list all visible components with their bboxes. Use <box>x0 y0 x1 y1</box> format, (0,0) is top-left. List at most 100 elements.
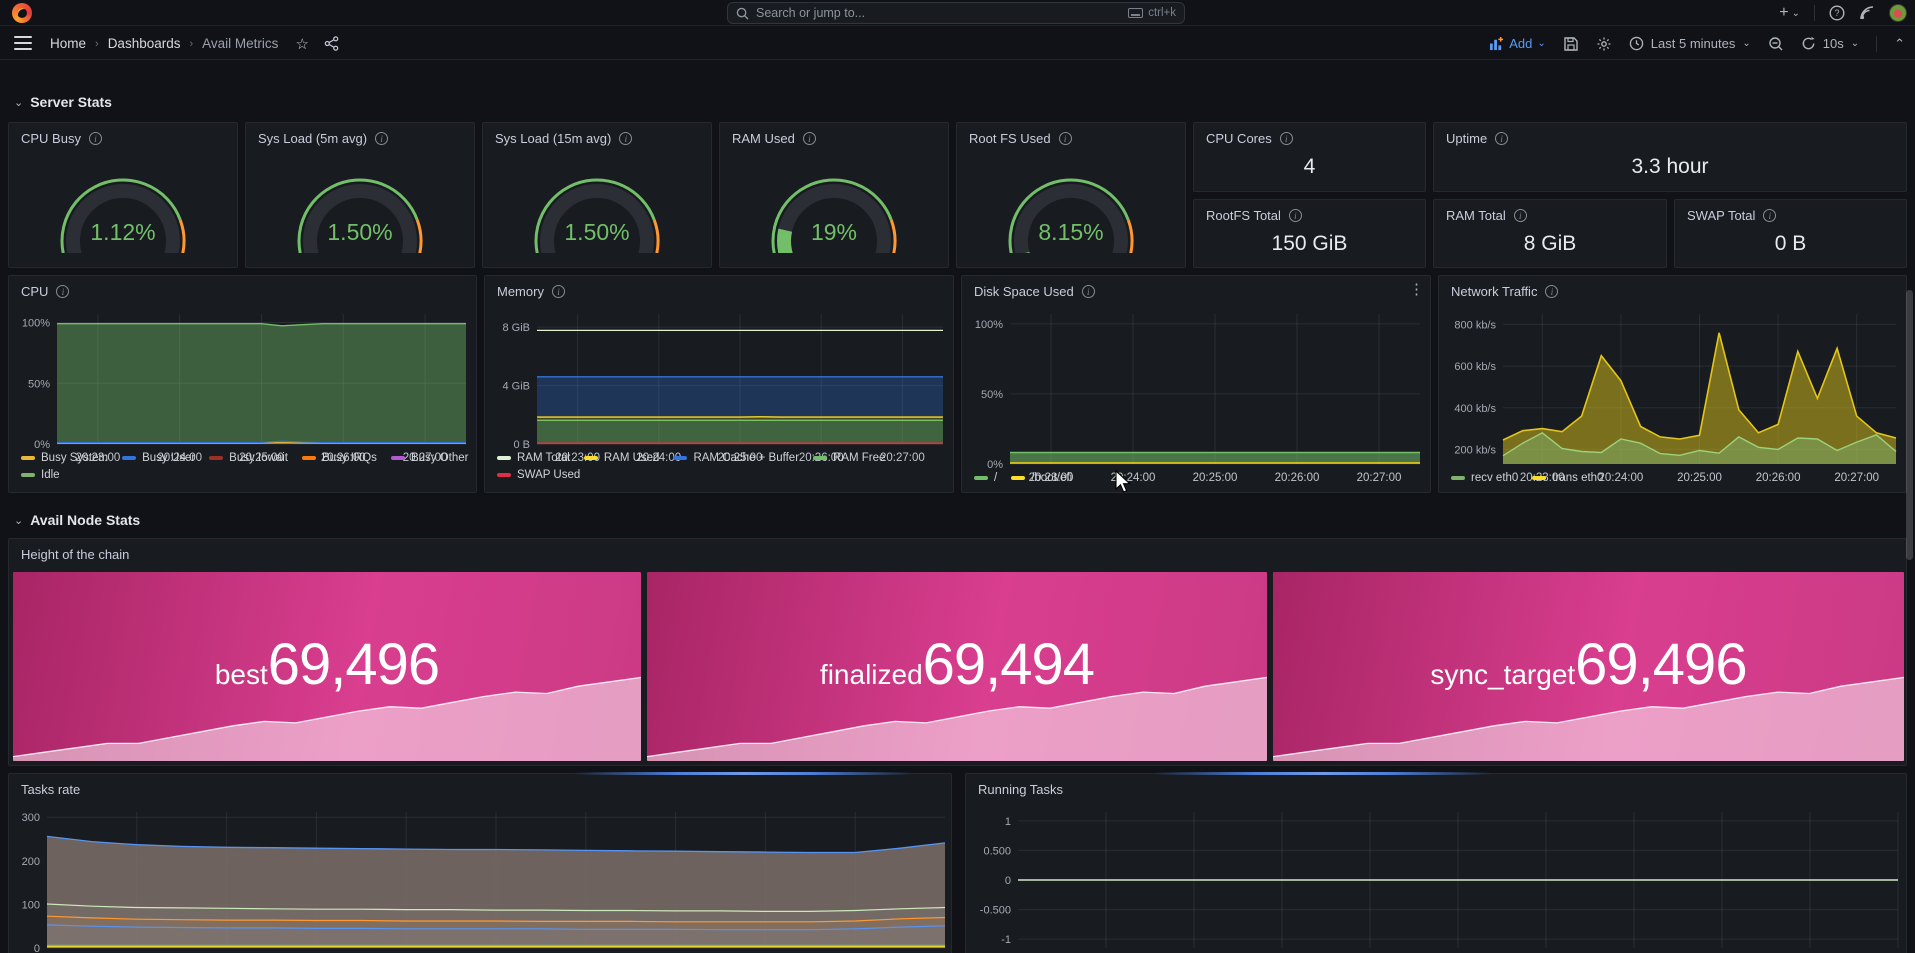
legend-item[interactable]: recv eth0 <box>1451 472 1518 484</box>
panel-title[interactable]: Root FS Usedi <box>969 131 1072 146</box>
chevron-down-icon: ⌄ <box>1742 38 1750 49</box>
svg-text:0.500: 0.500 <box>983 845 1011 857</box>
grafana-logo-icon[interactable] <box>12 3 32 23</box>
collapse-toolbar-icon[interactable]: ⌃ <box>1894 36 1905 52</box>
info-icon[interactable]: i <box>375 132 388 145</box>
info-icon[interactable]: i <box>1289 209 1302 222</box>
panel-title[interactable]: CPU Busyi <box>21 131 102 146</box>
stat-tile-sync-target[interactable]: sync_target69,496 <box>1273 572 1904 761</box>
menu-icon[interactable] <box>14 36 32 50</box>
panel-title[interactable]: CPU Coresi <box>1206 131 1293 146</box>
svg-text:100%: 100% <box>975 319 1003 331</box>
info-icon[interactable]: i <box>1763 209 1776 222</box>
info-icon[interactable]: i <box>552 285 565 298</box>
disk-chart[interactable]: 0%50%100%20:23:0020:24:0020:25:0020:26:0… <box>970 304 1426 492</box>
panel-title[interactable]: CPUi <box>21 284 69 299</box>
search-input[interactable]: Search or jump to... ctrl+k <box>727 2 1185 24</box>
panel-title[interactable]: Network Traffici <box>1451 284 1558 299</box>
panel-title[interactable]: SWAP Totali <box>1687 208 1776 223</box>
svg-text:0 B: 0 B <box>513 439 530 451</box>
info-icon[interactable]: i <box>1514 209 1527 222</box>
stat-tile-finalized[interactable]: finalized69,494 <box>647 572 1267 761</box>
add-panel-icon <box>1489 37 1504 51</box>
panel-title[interactable]: Uptimei <box>1446 131 1508 146</box>
panel-title[interactable]: RootFS Totali <box>1206 208 1302 223</box>
legend-item[interactable]: Idle <box>21 469 60 481</box>
legend-item[interactable]: Busy System <box>21 452 108 464</box>
panel-cpu-cores: CPU Coresi 4 <box>1193 122 1426 192</box>
legend-item[interactable]: RAM Free <box>813 452 885 464</box>
legend-item[interactable]: SWAP Used <box>497 469 580 481</box>
gauge-value: 1.50% <box>246 219 474 246</box>
chevron-right-icon: › <box>95 38 99 50</box>
info-icon[interactable]: i <box>1495 132 1508 145</box>
scrollbar[interactable] <box>1906 290 1913 560</box>
legend-item[interactable]: RAM Used <box>584 452 660 464</box>
refresh-icon <box>1801 36 1816 51</box>
stat-tile-best[interactable]: best69,496 <box>13 572 641 761</box>
svg-text:300: 300 <box>22 812 40 824</box>
shortcut-hint: ctrl+k <box>1128 7 1176 19</box>
kebab-menu-icon[interactable]: ⋮ <box>1409 280 1424 298</box>
add-button[interactable]: Add⌄ <box>1489 36 1546 51</box>
time-range-picker[interactable]: Last 5 minutes ⌄ <box>1629 36 1751 51</box>
legend-item[interactable]: RAM Total <box>497 452 570 464</box>
loading-glow <box>574 772 913 775</box>
panel-rootfs-used: Root FS Usedi 8.15% <box>956 122 1186 268</box>
info-icon[interactable]: i <box>1545 285 1558 298</box>
info-icon[interactable]: i <box>1059 132 1072 145</box>
panel-title[interactable]: Sys Load (15m avg)i <box>495 131 632 146</box>
panel-rootfs-total: RootFS Totali 150 GiB <box>1193 199 1426 268</box>
running-tasks-chart[interactable]: -1-0.50000.5001 <box>970 800 1902 953</box>
info-icon[interactable]: i <box>619 132 632 145</box>
panel-title[interactable]: Running Tasks <box>978 782 1063 797</box>
legend-item[interactable]: trans eth0 <box>1532 472 1603 484</box>
panel-title[interactable]: Memoryi <box>497 284 565 299</box>
legend-item[interactable]: RAM Cache + Buffer <box>673 452 799 464</box>
user-avatar[interactable] <box>1889 4 1907 22</box>
zoom-out-icon[interactable] <box>1768 36 1784 52</box>
legend-item[interactable]: Busy Other <box>391 452 469 464</box>
keyboard-icon <box>1128 8 1143 18</box>
new-button[interactable]: +⌄ <box>1779 4 1800 22</box>
section-server-stats[interactable]: ⌄ Server Stats <box>14 94 112 110</box>
panel-title[interactable]: Disk Space Usedi <box>974 284 1095 299</box>
info-icon[interactable]: i <box>89 132 102 145</box>
legend-item[interactable]: Busy Iowait <box>209 452 288 464</box>
grafana-dashboard: Search or jump to... ctrl+k +⌄ ? Home › … <box>0 0 1915 953</box>
tasks-rate-chart[interactable]: 0100200300 <box>13 800 949 953</box>
rss-news-icon[interactable] <box>1859 5 1875 21</box>
panel-sysload-15m: Sys Load (15m avg)i 1.50% <box>482 122 712 268</box>
panel-title[interactable]: Sys Load (5m avg)i <box>258 131 388 146</box>
divider <box>1876 36 1877 52</box>
cpu-chart[interactable]: 0%50%100%20:23:0020:24:0020:25:0020:26:0… <box>17 304 472 472</box>
panel-title[interactable]: RAM Usedi <box>732 131 816 146</box>
save-icon[interactable] <box>1563 36 1579 52</box>
star-icon[interactable]: ☆ <box>295 35 308 53</box>
panel-title[interactable]: Tasks rate <box>21 782 80 797</box>
panel-title[interactable]: Height of the chain <box>21 547 129 562</box>
gauge-value: 1.12% <box>9 219 237 246</box>
info-icon[interactable]: i <box>1082 285 1095 298</box>
loading-glow <box>1154 772 1492 775</box>
refresh-picker[interactable]: 10s ⌄ <box>1801 36 1859 51</box>
breadcrumb-dashboards[interactable]: Dashboards <box>108 36 181 51</box>
panel-title[interactable]: RAM Totali <box>1446 208 1527 223</box>
legend-item[interactable]: Busy User <box>122 452 195 464</box>
network-chart[interactable]: 200 kb/s400 kb/s600 kb/s800 kb/s20:23:00… <box>1447 304 1902 492</box>
section-avail-node-stats[interactable]: ⌄ Avail Node Stats <box>14 512 140 528</box>
info-icon[interactable]: i <box>56 285 69 298</box>
svg-text:50%: 50% <box>28 378 50 390</box>
breadcrumb-home[interactable]: Home <box>50 36 86 51</box>
memory-chart[interactable]: 0 B4 GiB8 GiB20:23:0020:24:0020:25:0020:… <box>493 304 949 472</box>
info-icon[interactable]: i <box>1280 132 1293 145</box>
legend-item[interactable]: / <box>974 472 997 484</box>
settings-gear-icon[interactable] <box>1596 36 1612 52</box>
legend-item[interactable]: /boot/efi <box>1011 472 1072 484</box>
svg-text:0: 0 <box>34 943 40 953</box>
info-icon[interactable]: i <box>803 132 816 145</box>
legend-item[interactable]: Busy IRQs <box>302 452 377 464</box>
help-icon[interactable]: ? <box>1829 5 1845 21</box>
svg-text:0%: 0% <box>987 459 1003 471</box>
share-icon[interactable] <box>324 36 339 51</box>
